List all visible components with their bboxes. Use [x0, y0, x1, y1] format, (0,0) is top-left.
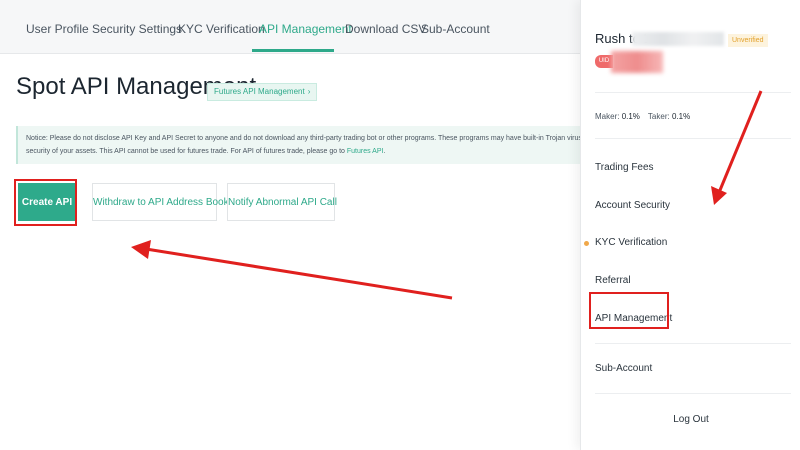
notice-line-2: security of your assets. This API cannot…: [26, 145, 572, 158]
redacted-name: [632, 32, 724, 46]
menu-item-kyc-verification[interactable]: KYC Verification: [595, 237, 667, 248]
divider: [595, 92, 791, 93]
notice-suffix: .: [383, 148, 386, 155]
withdraw-to-api-address-book-button[interactable]: Withdraw to API Address Book: [92, 183, 229, 221]
menu-item-sub-account[interactable]: Sub-Account: [595, 363, 652, 374]
tab-download-csv[interactable]: Download CSV: [345, 22, 426, 36]
menu-item-referral[interactable]: Referral: [595, 275, 631, 286]
api-notice: Notice: Please do not disclose API Key a…: [16, 126, 580, 164]
tab-api-management[interactable]: API Management: [259, 22, 352, 36]
tab-kyc-verification[interactable]: KYC Verification: [178, 22, 265, 36]
notify-abnormal-api-call-button[interactable]: Notify Abnormal API Call: [227, 183, 337, 221]
active-tab-indicator: [252, 49, 334, 52]
futures-link-label: Futures API Management: [214, 87, 305, 96]
menu-item-account-security[interactable]: Account Security: [595, 200, 670, 211]
notification-dot-icon: [584, 241, 589, 246]
tab-user-profile[interactable]: User Profile: [26, 22, 89, 36]
verification-status-badge[interactable]: Unverified: [728, 34, 768, 47]
taker-value: 0.1%: [671, 112, 691, 121]
arrow-to-create-api: [131, 240, 453, 300]
taker-label: Taker:: [647, 112, 670, 121]
api-management-highlight-box: [589, 292, 669, 329]
notice-text: security of your assets. This API cannot…: [26, 148, 345, 155]
divider: [595, 343, 791, 344]
maker-label: Maker:: [595, 112, 620, 121]
create-api-highlight-box: [14, 179, 77, 226]
maker-value: 0.1%: [621, 112, 640, 121]
redacted-uid: [611, 51, 663, 73]
log-out-button[interactable]: Log Out: [581, 414, 800, 425]
fee-rates: Maker: 0.1% Taker: 0.1%: [595, 112, 690, 121]
divider: [595, 393, 791, 394]
divider: [595, 138, 791, 139]
tab-security-settings[interactable]: Security Settings: [92, 22, 182, 36]
account-dropdown-panel: Rush to t Unverified UID Maker: 0.1% Take…: [580, 0, 800, 450]
account-tab-bar: User Profile Security Settings KYC Verif…: [0, 0, 580, 54]
futures-api-management-link[interactable]: Futures API Management ›: [207, 83, 318, 101]
futures-api-link[interactable]: Futures API: [347, 148, 384, 155]
menu-item-trading-fees[interactable]: Trading Fees: [595, 162, 654, 173]
notice-line-1: Notice: Please do not disclose API Key a…: [26, 135, 580, 142]
chevron-right-icon: ›: [307, 87, 311, 96]
tab-sub-account[interactable]: Sub-Account: [421, 22, 490, 36]
